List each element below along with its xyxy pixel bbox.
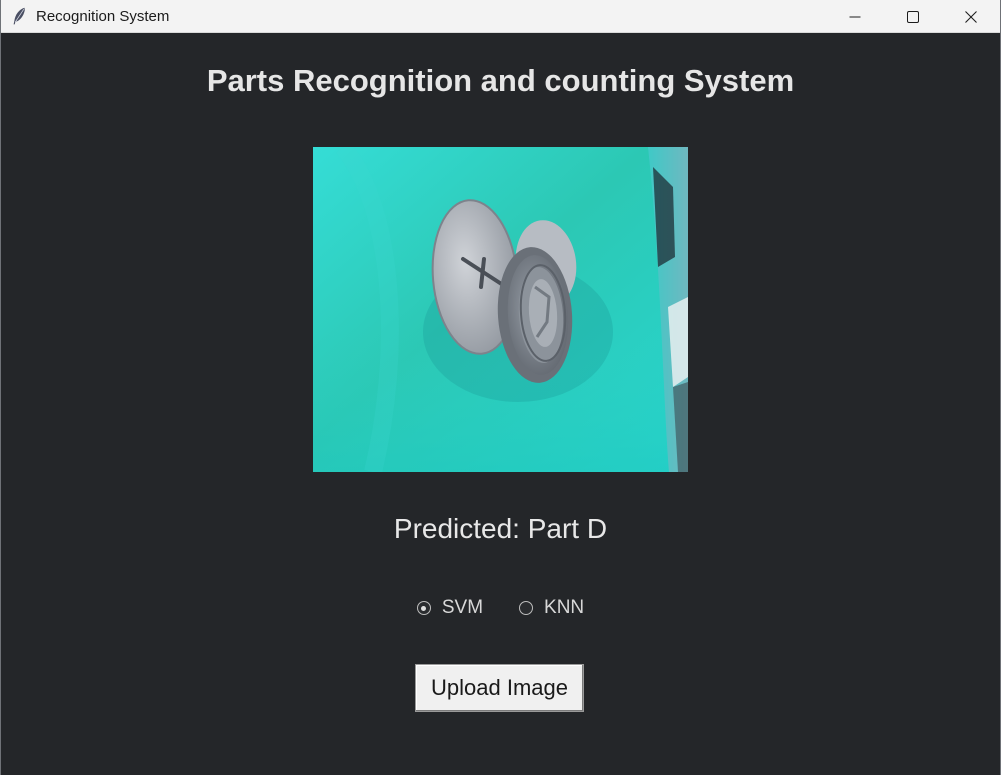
close-button[interactable]: [942, 0, 1000, 33]
close-icon: [965, 10, 977, 23]
maximize-button[interactable]: [884, 0, 942, 33]
window-controls: [826, 0, 1000, 33]
radio-button-knn[interactable]: [519, 601, 534, 615]
app-window: Recognition System Parts Recognition and…: [0, 0, 1001, 775]
radio-button-svm[interactable]: [416, 601, 431, 615]
model-selector: SVM KNN: [1, 597, 1000, 619]
feather-icon: [13, 7, 25, 25]
radio-knn[interactable]: KNN: [519, 597, 584, 619]
title-bar[interactable]: Recognition System: [1, 0, 1000, 33]
maximize-icon: [907, 10, 919, 23]
radio-label-svm: SVM: [441, 597, 484, 618]
radio-svm[interactable]: SVM: [416, 597, 484, 619]
main-content: Parts Recognition and counting System Pr…: [1, 33, 1000, 775]
radio-selected-dot: [421, 605, 427, 611]
radio-label-knn: KNN: [544, 597, 585, 618]
minimize-button[interactable]: [826, 0, 884, 33]
page-title: Parts Recognition and counting System: [206, 63, 795, 98]
minimize-icon: [849, 16, 861, 17]
uploaded-part-photo: [313, 147, 688, 472]
window-title: Recognition System: [36, 7, 170, 25]
prediction-label: Predicted: Part D: [393, 513, 608, 544]
upload-image-button[interactable]: Upload Image: [415, 664, 584, 712]
